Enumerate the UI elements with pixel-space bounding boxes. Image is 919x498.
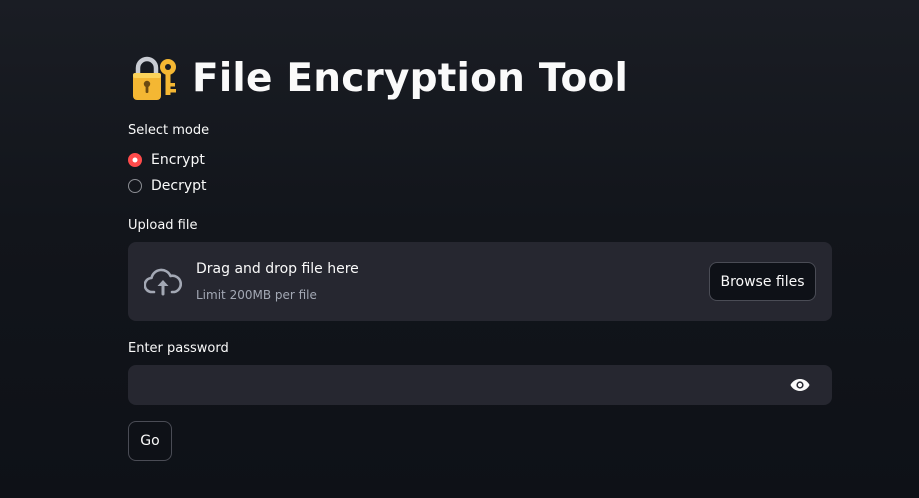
file-dropzone[interactable]: Drag and drop file here Limit 200MB per … [128,242,832,321]
password-field[interactable] [128,365,832,405]
radio-option-decrypt[interactable]: Decrypt [128,175,207,197]
app-page: File Encryption Tool Select mode Encrypt… [0,0,919,498]
cloud-upload-icon [144,268,182,296]
locked-with-key-icon [133,56,176,100]
upload-label: Upload file [128,218,198,233]
password-input[interactable] [128,365,768,405]
dropzone-limit: Limit 200MB per file [196,288,317,302]
dropzone-title: Drag and drop file here [196,261,359,277]
radio-option-encrypt[interactable]: Encrypt [128,149,205,171]
go-button[interactable]: Go [128,421,172,461]
page-header: File Encryption Tool [130,51,628,105]
radio-encrypt-checked[interactable] [128,153,142,167]
browse-files-button[interactable]: Browse files [709,262,816,301]
radio-decrypt-unchecked[interactable] [128,179,142,193]
radio-label-encrypt: Encrypt [151,152,205,168]
mode-label: Select mode [128,123,210,138]
page-title: File Encryption Tool [192,55,629,101]
eye-icon[interactable] [790,376,810,394]
password-label: Enter password [128,341,229,356]
radio-label-decrypt: Decrypt [151,178,207,194]
